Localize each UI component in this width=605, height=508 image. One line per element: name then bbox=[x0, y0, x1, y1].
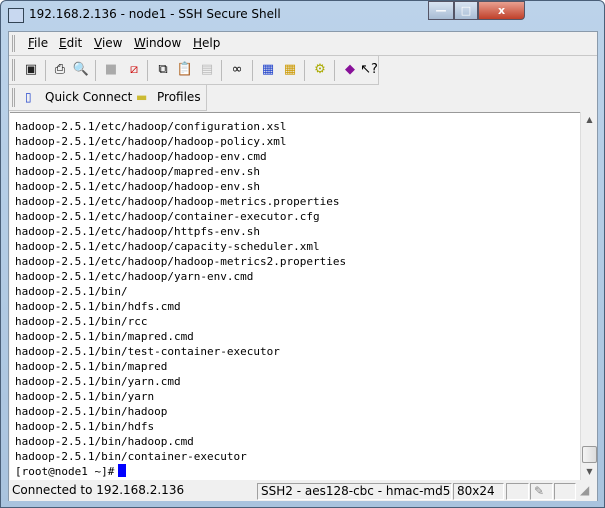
paste-disabled-icon[interactable]: ▤ bbox=[198, 61, 216, 79]
find-icon[interactable]: ∞ bbox=[228, 61, 246, 79]
terminal-line: hadoop-2.5.1/etc/hadoop/hadoop-policy.xm… bbox=[15, 135, 287, 148]
separator bbox=[95, 60, 96, 81]
terminal-line: hadoop-2.5.1/bin/yarn bbox=[15, 390, 155, 403]
quick-connect-button[interactable]: Quick Connect bbox=[45, 90, 132, 104]
terminal-line: hadoop-2.5.1/etc/hadoop/yarn-env.cmd bbox=[15, 270, 254, 283]
print-preview-icon[interactable]: 🔍 bbox=[72, 61, 90, 79]
terminal-line: hadoop-2.5.1/etc/hadoop/hadoop-env.cmd bbox=[15, 150, 267, 163]
status-transfer-icon: ✎ bbox=[530, 483, 553, 500]
status-cipher: SSH2 - aes128-cbc - hmac-md5 bbox=[257, 483, 452, 500]
connect-icon[interactable]: ⧄ bbox=[125, 61, 143, 79]
terminal-line: hadoop-2.5.1/bin/hdfs bbox=[15, 420, 155, 433]
quickbar-grip[interactable] bbox=[12, 88, 15, 107]
separator bbox=[147, 60, 148, 81]
status-empty-panel bbox=[506, 483, 529, 500]
settings-icon[interactable]: ⚙ bbox=[311, 61, 329, 79]
quick-connect-bar: ▯ Quick Connect ▬ Profiles bbox=[9, 85, 207, 111]
print-icon[interactable]: ⎙ bbox=[51, 61, 69, 79]
separator bbox=[304, 60, 305, 81]
terminal-line: hadoop-2.5.1/bin/ bbox=[15, 285, 128, 298]
separator bbox=[221, 60, 222, 81]
status-empty-panel bbox=[554, 483, 576, 500]
terminal-line: hadoop-2.5.1/etc/hadoop/capacity-schedul… bbox=[15, 240, 320, 253]
minimize-button[interactable]: — bbox=[428, 1, 454, 20]
resize-grip-icon[interactable]: ◢ bbox=[577, 483, 597, 500]
status-bar: Connected to 192.168.2.136 SSH2 - aes128… bbox=[9, 482, 597, 501]
status-connection: Connected to 192.168.2.136 bbox=[12, 483, 185, 497]
terminal-line: hadoop-2.5.1/etc/hadoop/hadoop-env.sh bbox=[15, 180, 261, 193]
new-file-transfer-icon[interactable]: ▦ bbox=[281, 61, 299, 79]
scroll-up-button[interactable]: ▲ bbox=[581, 112, 598, 128]
menu-window[interactable]: Window bbox=[134, 36, 181, 50]
close-button[interactable]: x bbox=[478, 1, 525, 20]
vertical-scrollbar[interactable]: ▲ ▼ bbox=[580, 112, 597, 480]
terminal-line: hadoop-2.5.1/bin/hdfs.cmd bbox=[15, 300, 181, 313]
scroll-down-button[interactable]: ▼ bbox=[581, 464, 598, 480]
separator bbox=[334, 60, 335, 81]
terminal-line: hadoop-2.5.1/bin/rcc bbox=[15, 315, 148, 328]
terminal-line: hadoop-2.5.1/etc/hadoop/configuration.xs… bbox=[15, 120, 287, 133]
menu-edit[interactable]: Edit bbox=[59, 36, 82, 50]
menu-view[interactable]: View bbox=[94, 36, 122, 50]
terminal-line: hadoop-2.5.1/etc/hadoop/container-execut… bbox=[15, 210, 320, 223]
terminal-output: hadoop-2.5.1/etc/hadoop/configuration.xs… bbox=[15, 119, 346, 479]
scrollbar-thumb[interactable] bbox=[582, 446, 597, 463]
app-icon bbox=[8, 8, 24, 23]
separator bbox=[45, 60, 46, 81]
terminal-line: hadoop-2.5.1/bin/yarn.cmd bbox=[15, 375, 181, 388]
new-terminal-icon[interactable]: ▦ bbox=[259, 61, 277, 79]
copy-icon[interactable]: ⧉ bbox=[154, 61, 172, 79]
menu-help[interactable]: Help bbox=[193, 36, 220, 50]
terminal-line: hadoop-2.5.1/etc/hadoop/hadoop-metrics.p… bbox=[15, 195, 340, 208]
terminal-prompt: [root@node1 ~]# bbox=[15, 465, 115, 478]
menu-file[interactable]: File bbox=[28, 36, 48, 50]
app-window: 192.168.2.136 - node1 - SSH Secure Shell… bbox=[0, 0, 605, 508]
terminal-line: hadoop-2.5.1/bin/hadoop bbox=[15, 405, 168, 418]
terminal[interactable]: hadoop-2.5.1/etc/hadoop/configuration.xs… bbox=[10, 112, 580, 480]
status-terminal-size: 80x24 bbox=[453, 483, 504, 500]
maximize-button[interactable]: □ bbox=[454, 1, 478, 20]
terminal-line: hadoop-2.5.1/etc/hadoop/hadoop-metrics2.… bbox=[15, 255, 347, 268]
toolbar: ▣ ⎙ 🔍 ■ ⧄ ⧉ 📋 ▤ ∞ ▦ ▦ ⚙ ◆ ↖? bbox=[9, 56, 379, 85]
profiles-button[interactable]: Profiles bbox=[157, 90, 201, 104]
terminal-line: hadoop-2.5.1/bin/mapred bbox=[15, 360, 168, 373]
menu-bar: File Edit View Window Help bbox=[9, 32, 597, 56]
help-book-icon[interactable]: ◆ bbox=[341, 61, 359, 79]
window-title: 192.168.2.136 - node1 - SSH Secure Shell bbox=[29, 7, 281, 21]
separator bbox=[252, 60, 253, 81]
terminal-line: hadoop-2.5.1/etc/hadoop/mapred-env.sh bbox=[15, 165, 261, 178]
menu-grip[interactable] bbox=[12, 35, 15, 52]
terminal-line: hadoop-2.5.1/bin/test-container-executor bbox=[15, 345, 280, 358]
terminal-line: hadoop-2.5.1/bin/container-executor bbox=[15, 450, 247, 463]
folder-icon: ▬ bbox=[136, 90, 148, 104]
terminal-line: hadoop-2.5.1/bin/hadoop.cmd bbox=[15, 435, 194, 448]
terminal-cursor bbox=[118, 464, 127, 477]
terminal-line: hadoop-2.5.1/etc/hadoop/httpfs-env.sh bbox=[15, 225, 261, 238]
toolbar-grip[interactable] bbox=[12, 59, 15, 81]
paste-icon[interactable]: 📋 bbox=[176, 61, 194, 79]
terminal-line: hadoop-2.5.1/bin/mapred.cmd bbox=[15, 330, 194, 343]
save-icon[interactable]: ▣ bbox=[22, 61, 40, 79]
client-area: File Edit View Window Help ▣ ⎙ 🔍 ■ ⧄ ⧉ 📋… bbox=[8, 31, 598, 501]
disconnect-icon[interactable]: ■ bbox=[102, 61, 120, 79]
whats-this-icon[interactable]: ↖? bbox=[360, 61, 378, 79]
title-bar: 192.168.2.136 - node1 - SSH Secure Shell… bbox=[1, 1, 604, 29]
quick-connect-icon: ▯ bbox=[25, 90, 32, 104]
